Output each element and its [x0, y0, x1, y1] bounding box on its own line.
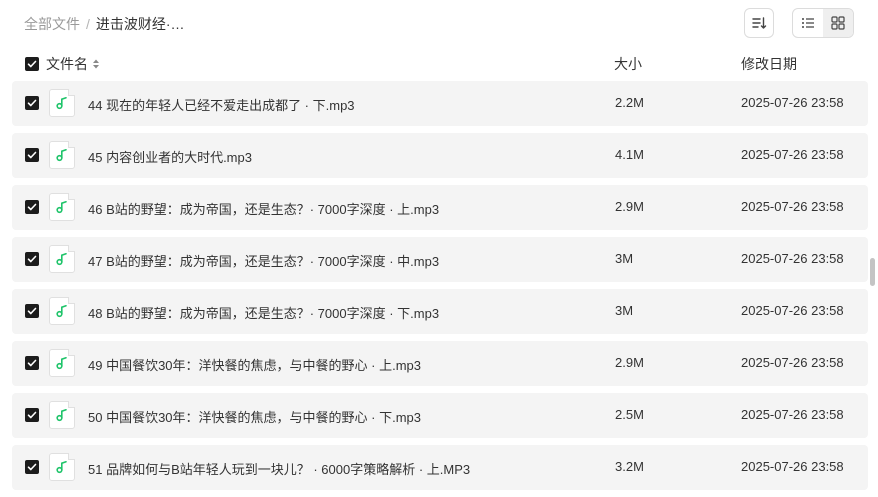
file-name[interactable]: 51 品牌如何与B站年轻人玩到一块儿？ · 6000字策略解析 · 上.MP3	[88, 459, 470, 478]
table-header: 文件名 大小 修改日期	[12, 52, 868, 76]
file-size: 2.2M	[615, 95, 644, 110]
file-name[interactable]: 47 B站的野望：成为帝国，还是生态？· 7000字深度 · 中.mp3	[88, 251, 439, 270]
file-name[interactable]: 50 中国餐饮30年：洋快餐的焦虑，与中餐的野心 · 下.mp3	[88, 407, 421, 426]
checkmark-icon	[27, 60, 37, 68]
breadcrumb-current: 进击波财经·…	[95, 16, 185, 32]
audio-file-icon	[49, 89, 75, 117]
audio-file-icon	[49, 297, 75, 325]
row-checkbox[interactable]	[25, 148, 39, 162]
file-size: 3.2M	[615, 459, 644, 474]
row-checkbox[interactable]	[25, 252, 39, 266]
file-date: 2025-07-26 23:58	[741, 251, 844, 266]
breadcrumb-root-link[interactable]: 全部文件	[24, 14, 80, 34]
checkmark-icon	[27, 411, 37, 419]
grid-view-icon	[831, 16, 845, 30]
checkmark-icon	[27, 151, 37, 159]
file-date: 2025-07-26 23:58	[741, 407, 844, 422]
checkmark-icon	[27, 203, 37, 211]
breadcrumb: 全部文件 / 进击波财经·…	[24, 14, 185, 34]
file-row[interactable]: 51 品牌如何与B站年轻人玩到一块儿？ · 6000字策略解析 · 上.MP3 …	[12, 445, 868, 490]
scrollbar-thumb[interactable]	[870, 258, 875, 286]
file-row[interactable]: 50 中国餐饮30年：洋快餐的焦虑，与中餐的野心 · 下.mp3 2.5M 20…	[12, 393, 868, 438]
file-date: 2025-07-26 23:58	[741, 355, 844, 370]
checkmark-icon	[27, 99, 37, 107]
row-checkbox[interactable]	[25, 96, 39, 110]
audio-file-icon	[49, 401, 75, 429]
file-date: 2025-07-26 23:58	[741, 303, 844, 318]
row-checkbox[interactable]	[25, 200, 39, 214]
column-header-name-label: 文件名	[46, 56, 88, 72]
column-header-size[interactable]: 大小	[614, 54, 642, 74]
file-size: 2.5M	[615, 407, 644, 422]
file-name[interactable]: 46 B站的野望：成为帝国，还是生态？· 7000字深度 · 上.mp3	[88, 199, 439, 218]
list-view-icon	[802, 18, 814, 28]
file-list: 44 现在的年轻人已经不爱走出成都了 · 下.mp3 2.2M 2025-07-…	[12, 81, 868, 497]
row-checkbox[interactable]	[25, 356, 39, 370]
breadcrumb-separator: /	[86, 16, 90, 32]
file-date: 2025-07-26 23:58	[741, 459, 844, 474]
file-date: 2025-07-26 23:58	[741, 147, 844, 162]
list-view-button[interactable]	[793, 9, 823, 37]
checkmark-icon	[27, 255, 37, 263]
file-row[interactable]: 48 B站的野望：成为帝国，还是生态？· 7000字深度 · 下.mp3 3M …	[12, 289, 868, 334]
row-checkbox[interactable]	[25, 408, 39, 422]
audio-file-icon	[49, 141, 75, 169]
file-row[interactable]: 49 中国餐饮30年：洋快餐的焦虑，与中餐的野心 · 上.mp3 2.9M 20…	[12, 341, 868, 386]
file-size: 4.1M	[615, 147, 644, 162]
file-size: 3M	[615, 251, 634, 266]
file-date: 2025-07-26 23:58	[741, 199, 844, 214]
row-checkbox[interactable]	[25, 460, 39, 474]
sort-icon	[752, 17, 767, 29]
file-size: 2.9M	[615, 199, 644, 214]
file-date: 2025-07-26 23:58	[741, 95, 844, 110]
sort-toggle-icon	[93, 59, 99, 69]
audio-file-icon	[49, 453, 75, 481]
column-header-date[interactable]: 修改日期	[741, 54, 797, 74]
file-row[interactable]: 44 现在的年轻人已经不爱走出成都了 · 下.mp3 2.2M 2025-07-…	[12, 81, 868, 126]
file-size: 3M	[615, 303, 634, 318]
audio-file-icon	[49, 245, 75, 273]
row-checkbox[interactable]	[25, 304, 39, 318]
grid-view-button[interactable]	[823, 9, 853, 37]
audio-file-icon	[49, 193, 75, 221]
column-header-name[interactable]: 文件名	[46, 54, 101, 74]
file-row[interactable]: 46 B站的野望：成为帝国，还是生态？· 7000字深度 · 上.mp3 2.9…	[12, 185, 868, 230]
file-name[interactable]: 49 中国餐饮30年：洋快餐的焦虑，与中餐的野心 · 上.mp3	[88, 355, 421, 374]
file-name[interactable]: 44 现在的年轻人已经不爱走出成都了 · 下.mp3	[88, 95, 355, 114]
checkmark-icon	[27, 359, 37, 367]
view-toggle-group	[792, 8, 854, 38]
file-row[interactable]: 45 内容创业者的大时代.mp3 4.1M 2025-07-26 23:58	[12, 133, 868, 178]
file-name[interactable]: 48 B站的野望：成为帝国，还是生态？· 7000字深度 · 下.mp3	[88, 303, 439, 322]
file-name[interactable]: 45 内容创业者的大时代.mp3	[88, 147, 252, 166]
audio-file-icon	[49, 349, 75, 377]
checkmark-icon	[27, 463, 37, 471]
checkmark-icon	[27, 307, 37, 315]
select-all-checkbox[interactable]	[25, 57, 39, 71]
file-row[interactable]: 47 B站的野望：成为帝国，还是生态？· 7000字深度 · 中.mp3 3M …	[12, 237, 868, 282]
sort-button[interactable]	[744, 8, 774, 38]
file-size: 2.9M	[615, 355, 644, 370]
